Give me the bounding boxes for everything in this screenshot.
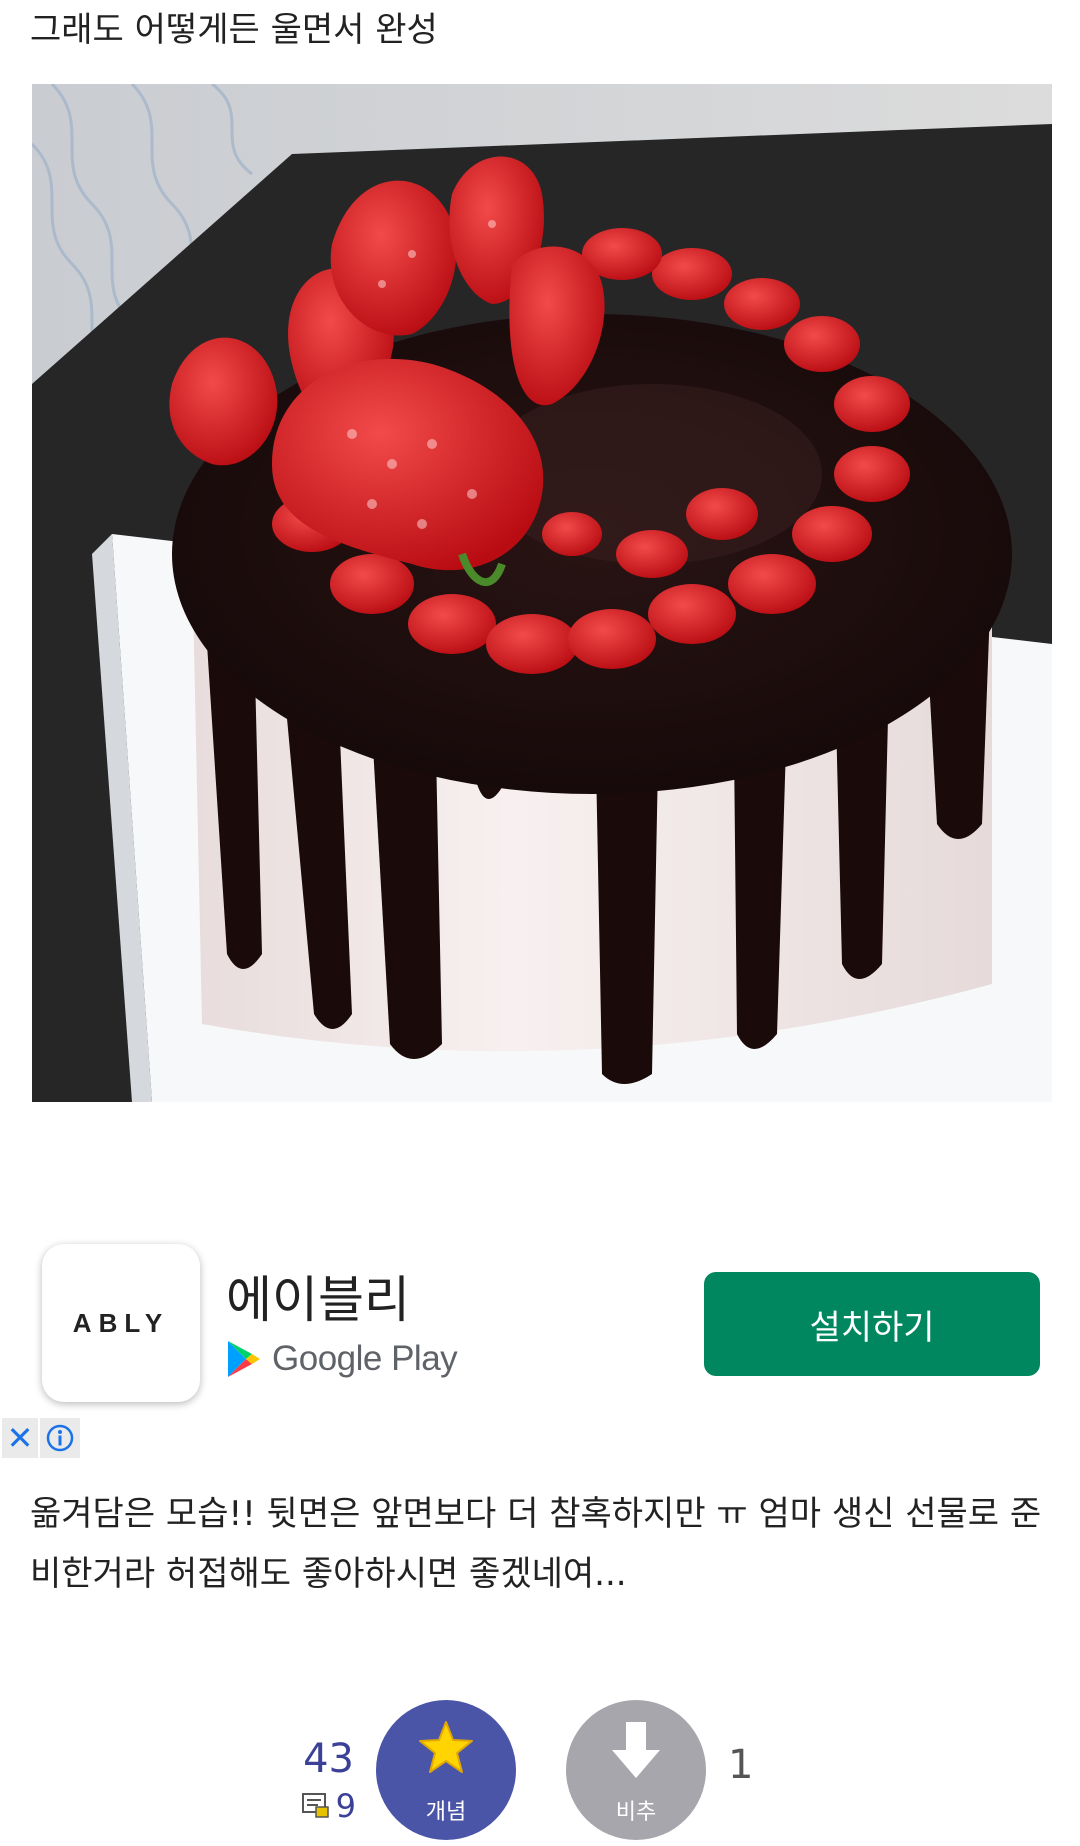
info-icon[interactable]: [40, 1418, 80, 1458]
app-icon-logo-text: ABLY: [72, 1307, 170, 1338]
install-button[interactable]: 설치하기: [704, 1272, 1040, 1376]
cake-photo: [32, 84, 1052, 1102]
star-icon: [419, 1721, 473, 1773]
app-name[interactable]: 에이블리: [226, 1270, 410, 1330]
post-caption-body: 옮겨담은 모습!! 뒷면은 앞면보다 더 참혹하지만 ㅠ 엄마 생신 선물로 준…: [30, 1494, 1042, 1594]
upvote-label: 개념: [425, 1800, 467, 1825]
ably-app-icon[interactable]: ABLY: [42, 1244, 200, 1402]
comment-count-row: 9: [292, 1787, 356, 1825]
down-arrow-icon: [612, 1722, 660, 1778]
upvote-button[interactable]: 개념: [376, 1700, 516, 1840]
downvote-button[interactable]: 비추: [566, 1700, 706, 1840]
comment-icon: [301, 1793, 329, 1818]
store-name: Google Play: [272, 1339, 458, 1378]
comment-count: 9: [335, 1787, 356, 1825]
downvote-label: 비추: [615, 1800, 657, 1825]
downvote-count: 1: [728, 1742, 754, 1788]
app-install-ad[interactable]: ABLY 에이블리 Google Play 설치하기 ✕: [0, 1240, 1080, 1470]
vote-panel: 43 9 개념 비추 1: [0, 1700, 1080, 1846]
upvote-count: 43: [303, 1736, 354, 1782]
close-icon[interactable]: ✕: [2, 1418, 38, 1458]
post-caption-top: 그래도 어떻게든 울면서 완성: [30, 10, 438, 50]
store-badge: Google Play: [226, 1334, 458, 1384]
google-play-icon: [228, 1341, 260, 1377]
